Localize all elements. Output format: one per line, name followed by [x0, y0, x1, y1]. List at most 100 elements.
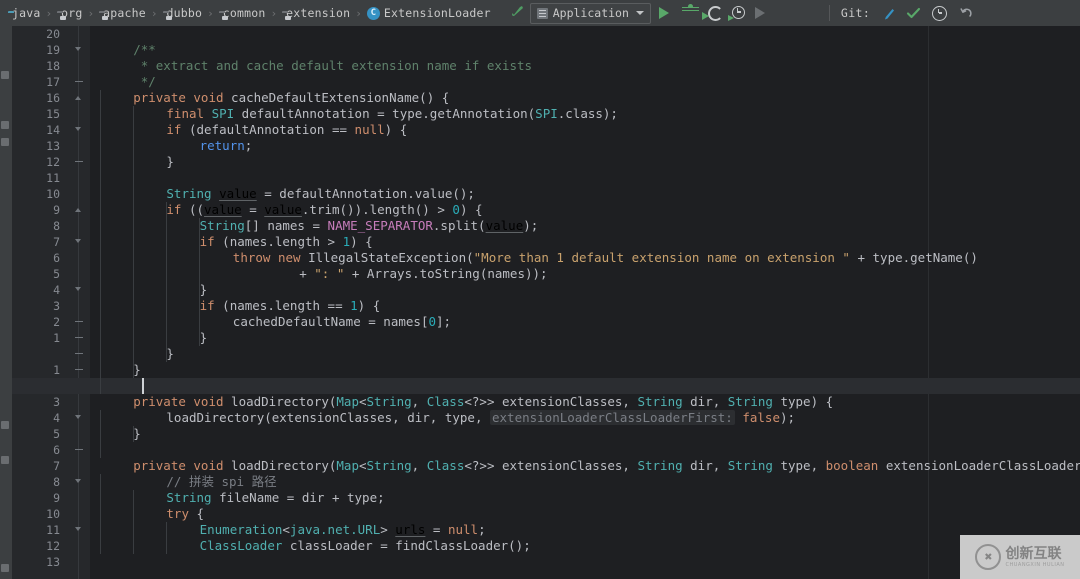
current-line-highlight [12, 378, 1080, 394]
code-line[interactable]: // 拼装 spi 路径 [166, 474, 276, 490]
stripe-button-2[interactable] [1, 121, 9, 129]
line-number: 10 [36, 186, 60, 202]
run-button[interactable] [659, 6, 674, 21]
stop-square-icon[interactable] [803, 6, 818, 21]
code-line[interactable]: } [166, 346, 174, 362]
toolbar-divider [829, 5, 830, 21]
code-line[interactable]: final SPI defaultAnnotation = type.getAn… [166, 106, 618, 122]
code-line[interactable]: String fileName = dir + type; [166, 490, 384, 506]
stripe-button-3[interactable] [1, 138, 9, 146]
code-line[interactable]: private void cacheDefaultExtensionName()… [133, 90, 449, 106]
line-number: 2 [36, 314, 60, 330]
code-line[interactable]: String[] names = NAME_SEPARATOR.split(va… [200, 218, 539, 234]
code-line[interactable]: ClassLoader classLoader = findClassLoade… [200, 538, 531, 554]
stripe-button-5[interactable] [1, 456, 9, 464]
code-fold-marker[interactable] [73, 442, 84, 458]
code-line[interactable]: } [200, 330, 208, 346]
line-number: 4 [36, 410, 60, 426]
code-fold-marker[interactable] [73, 474, 84, 490]
code-line[interactable]: String value = defaultAnnotation.value()… [166, 186, 475, 202]
breadcrumb: java › org › apache › dubbo › common [0, 6, 493, 20]
code-fold-marker[interactable] [73, 282, 84, 298]
code-fold-marker[interactable] [73, 410, 84, 426]
code-fold-marker[interactable] [73, 362, 84, 378]
line-number: 9 [36, 202, 60, 218]
code-line[interactable]: /** [133, 42, 156, 58]
code-fold-marker[interactable] [73, 122, 84, 138]
update-project-arrow-icon[interactable] [882, 7, 895, 20]
breadcrumb-item-dubbo[interactable]: dubbo [161, 6, 205, 20]
undo-rollback-icon[interactable] [959, 6, 973, 20]
java-class-badge: C [367, 7, 380, 20]
code-line[interactable]: private void loadDirectory(Map<String, C… [133, 458, 1080, 474]
code-line[interactable]: if (names.length > 1) { [200, 234, 373, 250]
code-line[interactable]: loadDirectory(extensionClasses, dir, typ… [166, 410, 795, 426]
code-line[interactable]: * extract and cache default extension na… [133, 58, 532, 74]
code-line[interactable]: if (defaultAnnotation == null) { [166, 122, 407, 138]
code-line[interactable]: } [166, 154, 174, 170]
run-configuration-selector[interactable]: Application [530, 3, 651, 24]
breadcrumb-label: java [12, 6, 41, 20]
code-line[interactable]: if (names.length == 1) { [200, 298, 381, 314]
breadcrumb-label: extension [286, 6, 350, 20]
cx-circle-logo-icon: ✖ [975, 544, 1001, 570]
run-with-coverage-icon[interactable] [707, 6, 722, 21]
breadcrumb-label: common [223, 6, 266, 20]
line-number: 20 [36, 26, 60, 42]
indent-guide [133, 426, 134, 442]
code-line[interactable]: + ": " + Arrays.toString(names)); [299, 266, 547, 282]
code-editor[interactable]: 2019181716151413121110987654321123456789… [12, 26, 1080, 579]
code-line[interactable]: throw new IllegalStateException("More th… [233, 250, 978, 266]
clock-history-icon[interactable] [932, 6, 947, 21]
breadcrumb-item-extension[interactable]: extension [280, 6, 352, 20]
text-caret [142, 378, 144, 394]
line-number: 8 [36, 218, 60, 234]
breadcrumb-item-java[interactable]: java [6, 6, 43, 20]
breadcrumb-item-apache[interactable]: apache [97, 6, 148, 20]
stripe-button-1[interactable] [1, 71, 9, 79]
ide-window: java › org › apache › dubbo › common [0, 0, 1080, 579]
breadcrumb-label: apache [103, 6, 146, 20]
code-line[interactable]: if ((value = value.trim()).length() > 0)… [166, 202, 482, 218]
code-fold-marker[interactable] [73, 74, 84, 90]
code-fold-marker[interactable] [73, 90, 84, 106]
code-line[interactable]: } [133, 426, 141, 442]
code-fold-marker[interactable] [73, 202, 84, 218]
breadcrumb-item-extensionloader[interactable]: C ExtensionLoader [365, 6, 493, 20]
code-fold-marker[interactable] [73, 234, 84, 250]
main-toolbar: java › org › apache › dubbo › common [0, 0, 1080, 27]
stripe-button-4[interactable] [1, 421, 9, 429]
indent-guide [166, 522, 167, 554]
code-line[interactable]: cachedDefaultName = names[0]; [233, 314, 451, 330]
editor-gutter[interactable]: 2019181716151413121110987654321123456789… [12, 26, 90, 579]
code-fold-marker[interactable] [73, 330, 84, 346]
code-fold-marker[interactable] [73, 314, 84, 330]
line-number: 7 [36, 458, 60, 474]
git-actions-group [878, 5, 977, 22]
code-line[interactable]: } [200, 282, 208, 298]
code-fold-marker[interactable] [73, 42, 84, 58]
code-line[interactable]: return; [200, 138, 253, 154]
code-fold-marker[interactable] [73, 522, 84, 538]
code-text-area[interactable]: /** * extract and cache default extensio… [90, 26, 1080, 579]
attach-icon[interactable] [779, 6, 794, 21]
breadcrumb-item-org[interactable]: org [55, 6, 84, 20]
indent-guide [100, 474, 101, 554]
wrench-icon[interactable] [509, 3, 526, 23]
code-line[interactable]: try { [166, 506, 204, 522]
watermark-cn-text: 创新互联 [1005, 547, 1064, 561]
code-fold-marker[interactable] [73, 346, 84, 362]
code-line[interactable]: Enumeration<java.net.URL> urls = null; [200, 522, 486, 538]
breadcrumb-item-common[interactable]: common [217, 6, 268, 20]
line-number: 1 [36, 362, 60, 378]
rerun-dim-icon[interactable] [755, 6, 770, 21]
code-line[interactable]: } [133, 362, 141, 378]
code-fold-marker[interactable] [73, 154, 84, 170]
profiler-clock-icon[interactable] [731, 6, 746, 21]
debug-bug-icon[interactable] [683, 6, 698, 21]
right-margin-guide [928, 26, 929, 579]
stripe-button-6[interactable] [1, 564, 9, 572]
code-line[interactable]: private void loadDirectory(Map<String, C… [133, 394, 833, 410]
code-line[interactable]: */ [133, 74, 156, 90]
checkmark-icon[interactable] [906, 6, 920, 20]
